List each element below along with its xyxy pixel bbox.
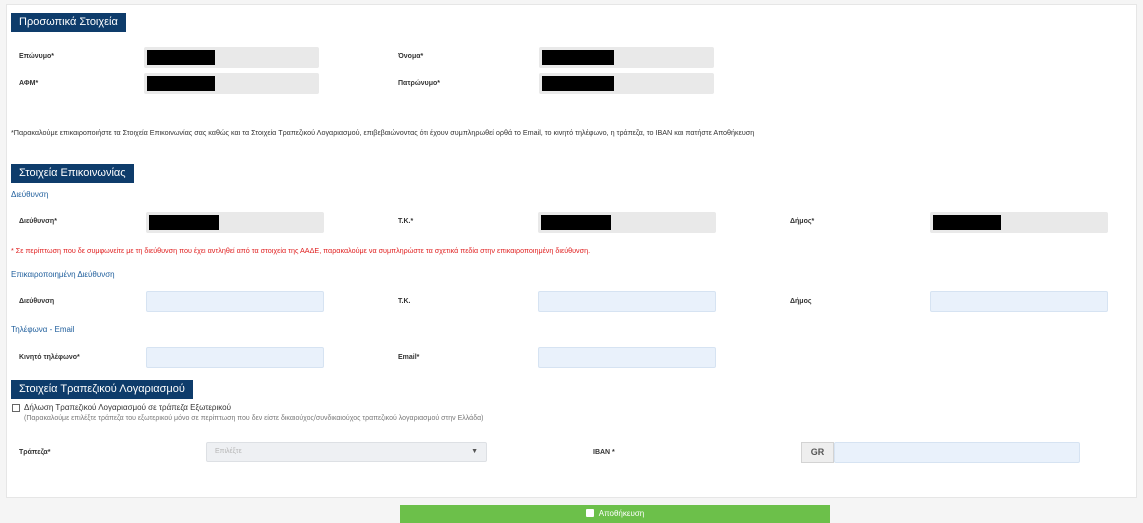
name-label: Όνομα* [398, 53, 424, 60]
afm-label: ΑΦΜ* [19, 80, 39, 87]
mobile-label: Κινητό τηλέφωνο* [19, 354, 80, 361]
email-label: Email* [398, 354, 420, 361]
redaction-box [542, 76, 614, 91]
email-input[interactable] [538, 347, 716, 368]
father-name-field[interactable] [539, 73, 714, 94]
bank-section-header: Στοιχεία Τραπεζικού Λογαριασμού [11, 380, 193, 399]
foreign-bank-hint: (Παρακαλούμε επιλέξτε τράπεζα του εξωτερ… [24, 415, 484, 422]
bank-select-placeholder: Επιλέξτε [215, 448, 242, 455]
address-warning: * Σε περίπτωση που δε συμφωνείτε με τη δ… [11, 246, 591, 255]
surname-field[interactable] [144, 47, 319, 68]
municipality-label: Δήμος* [790, 218, 815, 225]
bank-label: Τράπεζα* [19, 449, 51, 456]
father-name-label: Πατρώνυμο* [398, 80, 440, 87]
save-button-label: Αποθήκευση [598, 509, 645, 518]
save-button[interactable]: Αποθήκευση [400, 505, 830, 523]
tk-label: Τ.Κ.* [398, 218, 414, 225]
iban-label: IBAN * [593, 449, 615, 456]
updated-address-subheading: Επικαιροποιημένη Διεύθυνση [11, 270, 115, 279]
contact-section-header: Στοιχεία Επικοινωνίας [11, 164, 134, 183]
surname-label: Επώνυμο* [19, 53, 54, 60]
updated-municipality-label: Δήμος [790, 298, 812, 305]
redaction-box [933, 215, 1001, 230]
updated-municipality-input[interactable] [930, 291, 1108, 312]
address-field[interactable] [146, 212, 324, 233]
redaction-box [147, 50, 215, 65]
instruction-text: *Παρακαλούμε επικαιροποιήστε τα Στοιχεία… [11, 128, 755, 137]
redaction-box [149, 215, 219, 230]
municipality-field[interactable] [930, 212, 1108, 233]
floppy-disk-icon [585, 508, 594, 517]
foreign-bank-checkbox[interactable] [12, 404, 20, 412]
bank-select[interactable]: Επιλέξτε ▼ [206, 442, 487, 462]
address-subheading: Διεύθυνση [11, 190, 49, 199]
updated-address-input[interactable] [146, 291, 324, 312]
redaction-box [147, 76, 215, 91]
address-label: Διεύθυνση* [19, 218, 57, 225]
name-field[interactable] [539, 47, 714, 68]
foreign-bank-label[interactable]: Δήλωση Τραπεζικού Λογαριασμού σε τράπεζα… [24, 403, 231, 412]
updated-tk-input[interactable] [538, 291, 716, 312]
chevron-down-icon: ▼ [471, 448, 478, 455]
personal-section-header: Προσωπικά Στοιχεία [11, 13, 126, 32]
afm-field[interactable] [144, 73, 319, 94]
redaction-box [542, 50, 614, 65]
updated-address-label: Διεύθυνση [19, 298, 55, 305]
tk-field[interactable] [538, 212, 716, 233]
phone-email-subheading: Τηλέφωνα - Email [11, 325, 75, 334]
iban-country-prefix: GR [801, 442, 834, 463]
mobile-input[interactable] [146, 347, 324, 368]
updated-tk-label: Τ.Κ. [398, 298, 411, 305]
iban-input[interactable] [834, 442, 1080, 463]
redaction-box [541, 215, 611, 230]
